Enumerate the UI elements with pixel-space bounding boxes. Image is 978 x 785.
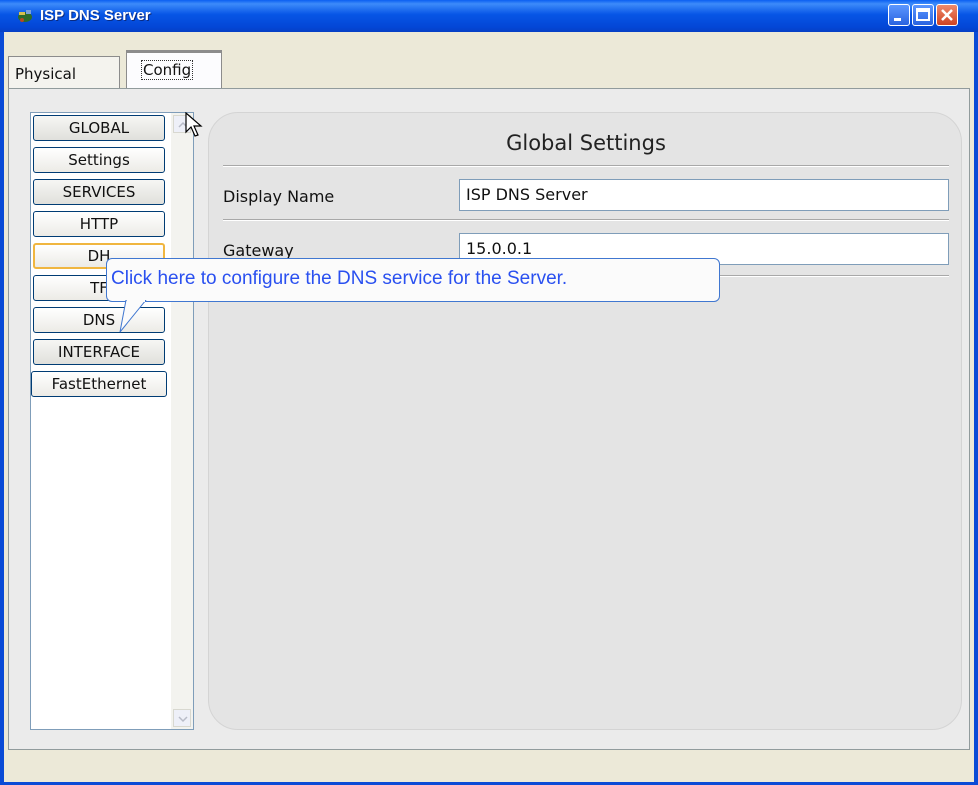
sidebar-item-http[interactable]: HTTP: [33, 211, 165, 237]
panel-title: Global Settings: [506, 131, 666, 155]
scroll-down-button[interactable]: [173, 709, 191, 727]
server-icon: [16, 8, 34, 24]
display-name-label: Display Name: [223, 187, 335, 206]
tooltip-tail: [119, 300, 147, 333]
sidebar-scrollbar[interactable]: [171, 113, 193, 729]
minimize-button[interactable]: [888, 4, 910, 26]
tooltip-balloon: Click here to configure the DNS service …: [106, 258, 720, 302]
sidebar-item-label: SERVICES: [62, 183, 136, 201]
window-title: ISP DNS Server: [40, 7, 151, 24]
tab-physical-label: Physical: [15, 65, 77, 83]
divider: [223, 219, 949, 221]
tab-config[interactable]: Config: [126, 50, 222, 90]
chevron-down-icon: [178, 716, 188, 723]
sidebar-item-label: GLOBAL: [68, 119, 130, 137]
maximize-button[interactable]: [912, 4, 934, 26]
config-sidebar: GLOBAL Settings SERVICES HTTP DH TF DNS …: [30, 112, 194, 730]
sidebar-item-settings[interactable]: Settings: [33, 147, 165, 173]
mouse-cursor-icon: [185, 112, 203, 137]
tab-bar: Physical Config: [4, 32, 974, 90]
sidebar-item-fastethernet[interactable]: FastEthernet: [31, 371, 167, 397]
app-window: ISP DNS Server Physical Config GLOBAL Se…: [0, 0, 978, 785]
sidebar-header-global[interactable]: GLOBAL: [33, 115, 165, 141]
sidebar-item-label: INTERFACE: [58, 343, 140, 361]
tooltip-text: Click here to configure the DNS service …: [111, 268, 568, 289]
sidebar-item-label: Settings: [68, 151, 130, 169]
close-icon: [941, 9, 953, 21]
sidebar-item-label: FastEthernet: [51, 375, 147, 393]
divider: [223, 165, 949, 167]
tab-config-label: Config: [141, 60, 194, 80]
sidebar-header-services[interactable]: SERVICES: [33, 179, 165, 205]
maximize-icon: [916, 8, 930, 21]
global-settings-panel: Global Settings Display Name ISP DNS Ser…: [208, 112, 962, 730]
sidebar-header-interface[interactable]: INTERFACE: [33, 339, 165, 365]
minimize-icon: [894, 18, 901, 21]
sidebar-item-label: DNS: [82, 311, 116, 329]
window-client-area: Physical Config GLOBAL Settings SERVICES…: [4, 32, 974, 782]
status-strip: [4, 772, 974, 782]
title-bar[interactable]: ISP DNS Server: [0, 0, 978, 32]
sidebar-item-label: HTTP: [79, 215, 119, 233]
close-button[interactable]: [936, 4, 958, 26]
tab-physical[interactable]: Physical: [8, 56, 120, 88]
display-name-input[interactable]: ISP DNS Server: [459, 179, 949, 211]
